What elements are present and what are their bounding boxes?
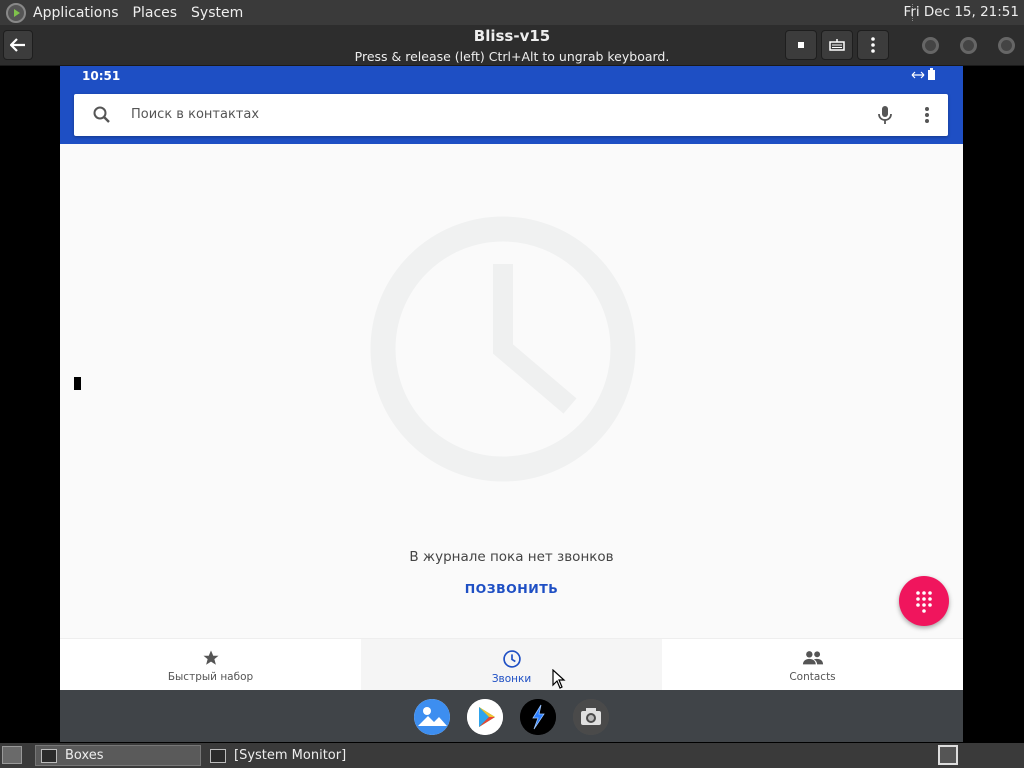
vertical-dots-icon [871, 37, 875, 53]
system-menu[interactable]: System [184, 5, 250, 21]
minimize-button[interactable] [922, 37, 939, 54]
tab-label: Быстрый набор [167, 671, 254, 683]
tab-calls[interactable]: Звонки [361, 639, 662, 691]
bottom-navigation: Быстрый набор Звонки Contacts [60, 638, 963, 691]
system-monitor-icon [210, 748, 226, 763]
send-keys-button[interactable] [785, 30, 817, 60]
taskbar-item-system-monitor[interactable]: [System Monitor] [205, 745, 395, 766]
ethernet-icon [911, 71, 924, 79]
android-status-bar: 10:51 [60, 66, 963, 86]
search-input[interactable]: Поиск в контактах [131, 107, 259, 122]
keyboard-icon [829, 39, 845, 51]
close-window-button[interactable] [998, 37, 1015, 54]
gallery-icon[interactable] [414, 699, 450, 735]
camera-icon[interactable] [573, 699, 609, 735]
overflow-menu-icon[interactable] [917, 104, 937, 126]
applications-menu[interactable]: Applications [26, 5, 126, 21]
distro-logo-icon[interactable] [6, 2, 26, 23]
star-icon [203, 650, 218, 665]
stop-icon [798, 42, 804, 48]
contacts-search-bar[interactable]: Поиск в контактах [74, 94, 948, 136]
people-icon [802, 651, 823, 665]
battery-icon [928, 68, 935, 80]
places-menu[interactable]: Places [126, 5, 185, 21]
vm-display[interactable]: 10:51 Поиск в контактах В журнале пока н… [60, 66, 963, 742]
microphone-icon[interactable] [874, 104, 896, 126]
text-cursor [74, 377, 81, 390]
mouse-pointer-icon [552, 669, 566, 689]
status-icons [911, 68, 935, 83]
boxes-headerbar: Bliss-v15 Press & release (left) Ctrl+Al… [0, 25, 1024, 66]
task-label: [System Monitor] [234, 748, 347, 763]
status-time: 10:51 [82, 69, 121, 83]
dialpad-fab[interactable] [899, 576, 949, 626]
bottom-taskbar: Boxes [System Monitor] [0, 743, 1024, 768]
boxes-icon [41, 748, 57, 763]
keyboard-button[interactable] [821, 30, 853, 60]
taskbar-item-boxes[interactable]: Boxes [35, 745, 201, 766]
task-label: Boxes [65, 748, 104, 763]
properties-menu-button[interactable] [857, 30, 889, 60]
call-button[interactable]: ПОЗВОНИТЬ [60, 581, 963, 596]
workspace-switcher-icon[interactable] [938, 745, 958, 765]
dialpad-icon [916, 591, 932, 613]
maximize-button[interactable] [960, 37, 977, 54]
play-store-icon[interactable] [467, 699, 503, 735]
launcher-dock [60, 690, 963, 742]
top-panel: Applications Places System Fri Dec 15, 2… [0, 0, 1024, 25]
tab-speed-dial[interactable]: Быстрый набор [60, 639, 361, 691]
desktop: Applications Places System Fri Dec 15, 2… [0, 0, 1024, 768]
panel-clock[interactable]: Fri Dec 15, 21:51 [904, 4, 1019, 20]
search-icon[interactable] [92, 105, 112, 125]
tab-label: Звонки [491, 673, 532, 685]
show-desktop-icon[interactable] [2, 746, 22, 764]
tab-label: Contacts [789, 671, 836, 683]
empty-history-clock-icon [370, 216, 636, 482]
empty-call-log-message: В журнале пока нет звонков [409, 549, 614, 565]
tab-contacts[interactable]: Contacts [662, 639, 963, 691]
clock-icon [502, 650, 521, 668]
browser-icon[interactable] [520, 699, 556, 735]
